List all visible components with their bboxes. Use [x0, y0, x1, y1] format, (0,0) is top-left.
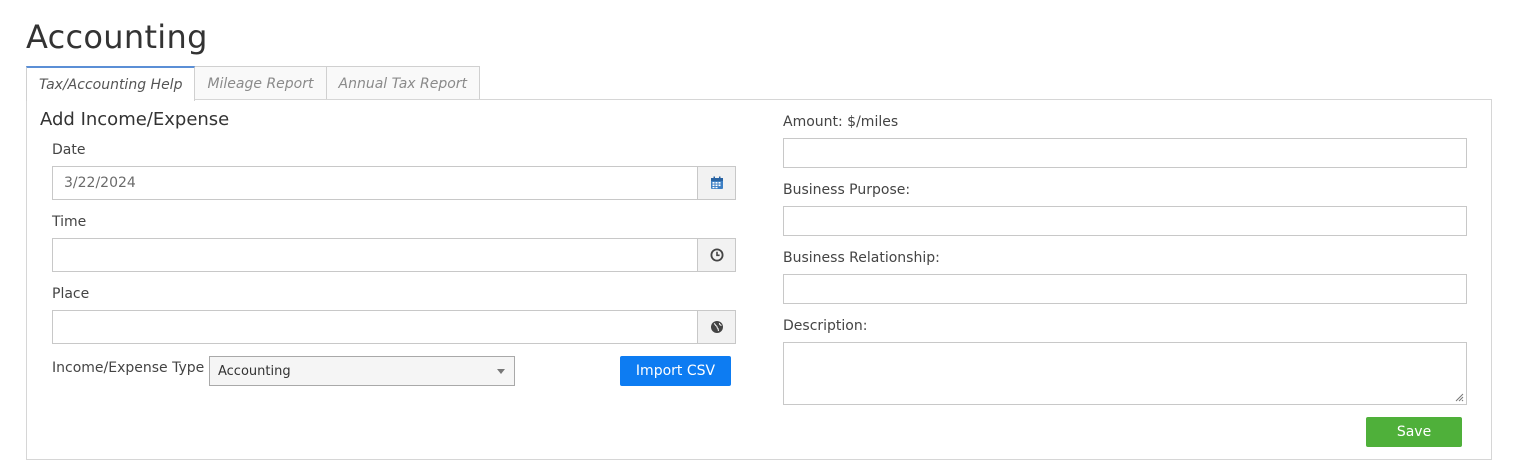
page-title: Accounting	[26, 18, 208, 56]
save-button[interactable]: Save	[1366, 417, 1462, 447]
place-input-group	[52, 310, 736, 344]
description-label: Description:	[783, 318, 868, 334]
globe-icon	[710, 321, 723, 333]
type-select[interactable]: Accounting	[209, 356, 515, 386]
calendar-icon	[710, 176, 723, 189]
time-input[interactable]	[52, 238, 697, 272]
business-purpose-label: Business Purpose:	[783, 182, 911, 198]
business-relationship-input[interactable]	[783, 274, 1467, 304]
business-relationship-label: Business Relationship:	[783, 250, 940, 266]
place-input[interactable]	[52, 310, 697, 344]
tab-mileage-report[interactable]: Mileage Report	[194, 66, 327, 100]
tab-panel: Add Income/Expense Date 3/22/2024 Time P…	[26, 99, 1492, 460]
date-input-group: 3/22/2024	[52, 166, 736, 200]
date-label: Date	[52, 142, 86, 158]
type-label: Income/Expense Type	[52, 360, 205, 376]
clock-button[interactable]	[697, 238, 736, 272]
place-label: Place	[52, 286, 90, 302]
tab-bar: Tax/Accounting Help Mileage Report Annua…	[26, 66, 481, 101]
tab-tax-accounting-help[interactable]: Tax/Accounting Help	[26, 66, 196, 101]
globe-button[interactable]	[697, 310, 736, 344]
import-csv-button[interactable]: Import CSV	[620, 356, 731, 386]
amount-label: Amount: $/miles	[783, 114, 899, 130]
date-input[interactable]: 3/22/2024	[52, 166, 697, 200]
calendar-button[interactable]	[697, 166, 736, 200]
time-input-group	[52, 238, 736, 272]
dropdown-arrow-icon	[497, 369, 505, 374]
description-textarea[interactable]	[783, 342, 1467, 405]
business-purpose-input[interactable]	[783, 206, 1467, 236]
tab-annual-tax-report[interactable]: Annual Tax Report	[325, 66, 481, 100]
amount-input[interactable]	[783, 138, 1467, 168]
resize-handle-icon[interactable]	[1454, 392, 1464, 402]
type-select-value: Accounting	[218, 363, 291, 379]
section-title: Add Income/Expense	[40, 109, 230, 130]
time-label: Time	[52, 214, 87, 230]
clock-icon	[710, 248, 723, 262]
